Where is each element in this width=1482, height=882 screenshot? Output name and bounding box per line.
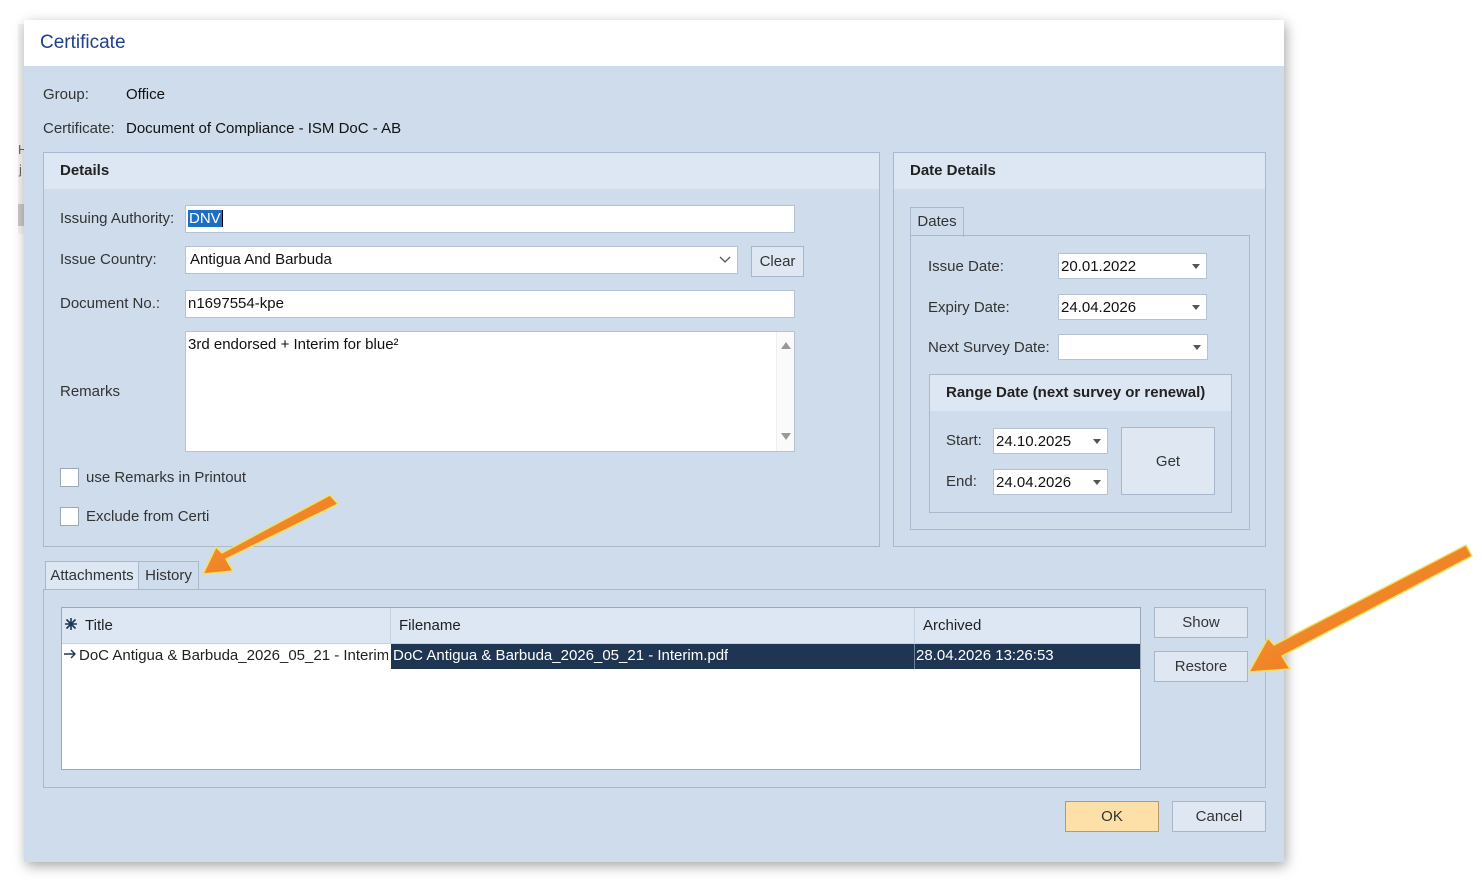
remarks-scrollbar[interactable] — [776, 332, 794, 451]
chevron-down-icon — [1093, 437, 1101, 447]
details-panel: Details Issuing Authority: DNV Issue Cou… — [43, 152, 880, 547]
certificate-label: Certificate: — [43, 120, 115, 137]
group-label: Group: — [43, 86, 89, 103]
expiry-date-picker[interactable]: 24.04.2026 — [1058, 294, 1207, 320]
range-end-picker[interactable]: 24.04.2026 — [993, 469, 1108, 495]
remarks-textarea[interactable]: 3rd endorsed + Interim for blue² — [185, 331, 795, 452]
scroll-up-icon[interactable] — [781, 336, 791, 353]
column-header-title[interactable]: Title — [85, 617, 113, 634]
dates-tab-page: Issue Date: 20.01.2022 Expiry Date: 24.0… — [910, 235, 1250, 530]
certificate-dialog: Certificate Group: Office Certificate: D… — [24, 20, 1284, 862]
issuing-authority-input[interactable]: DNV — [185, 205, 795, 233]
chevron-down-icon — [1093, 478, 1101, 488]
issue-date-picker[interactable]: 20.01.2022 — [1058, 253, 1207, 279]
history-tab-page: Title Filename Archived DoC Antigua & Ba… — [43, 589, 1266, 788]
background-window-text: j — [19, 162, 22, 177]
range-end-value: 24.04.2026 — [996, 474, 1072, 491]
issue-country-value: Antigua And Barbuda — [190, 251, 332, 268]
show-button[interactable]: Show — [1154, 607, 1248, 638]
column-header-filename[interactable]: Filename — [399, 617, 461, 634]
column-divider — [914, 608, 915, 644]
tab-attachments[interactable]: Attachments — [45, 561, 139, 591]
date-details-header: Date Details — [894, 153, 1265, 189]
history-grid[interactable]: Title Filename Archived DoC Antigua & Ba… — [61, 607, 1141, 770]
remarks-label: Remarks — [60, 383, 121, 400]
range-start-value: 24.10.2025 — [996, 433, 1072, 450]
exclude-label: Exclude from Certi — [86, 508, 210, 525]
details-header: Details — [44, 153, 879, 189]
range-start-label: Start: — [946, 432, 982, 449]
row-archived: 28.04.2026 13:26:53 — [916, 647, 1054, 664]
next-survey-date-picker[interactable] — [1058, 334, 1208, 360]
date-details-panel: Date Details Dates Issue Date: 20.01.202… — [893, 152, 1266, 547]
row-pointer-icon — [63, 647, 77, 665]
issuing-authority-label: Issuing Authority: — [60, 210, 175, 227]
expiry-date-value: 24.04.2026 — [1061, 299, 1137, 316]
issue-date-value: 20.01.2022 — [1061, 258, 1137, 275]
restore-button[interactable]: Restore — [1154, 651, 1248, 682]
issue-country-select[interactable]: Antigua And Barbuda — [185, 246, 738, 274]
group-value: Office — [126, 86, 165, 103]
expiry-date-label: Expiry Date: — [928, 299, 1010, 316]
remarks-value: 3rd endorsed + Interim for blue² — [188, 336, 399, 353]
chevron-down-icon — [1192, 303, 1200, 313]
column-divider — [914, 644, 915, 669]
chevron-down-icon — [1192, 262, 1200, 272]
clear-button[interactable]: Clear — [751, 246, 804, 277]
scroll-down-icon[interactable] — [781, 428, 791, 445]
use-remarks-label: use Remarks in Printout — [86, 469, 247, 486]
range-date-group: Range Date (next survey or renewal) Star… — [929, 374, 1232, 513]
history-grid-header: Title Filename Archived — [62, 608, 1140, 644]
row-title: DoC Antigua & Barbuda_2026_05_21 - Inter… — [79, 647, 388, 664]
column-divider — [390, 608, 391, 644]
new-row-star-icon — [65, 617, 77, 634]
tab-dates[interactable]: Dates — [910, 207, 964, 237]
dialog-title: Certificate — [40, 32, 126, 53]
range-start-picker[interactable]: 24.10.2025 — [993, 428, 1108, 454]
column-header-archived[interactable]: Archived — [923, 617, 981, 634]
ok-button[interactable]: OK — [1065, 801, 1159, 832]
cancel-button[interactable]: Cancel — [1172, 801, 1266, 832]
range-date-header: Range Date (next survey or renewal) — [930, 375, 1231, 411]
table-row[interactable]: DoC Antigua & Barbuda_2026_05_21 - Inter… — [62, 644, 1140, 669]
issuing-authority-value: DNV — [188, 210, 222, 227]
range-end-label: End: — [946, 473, 977, 490]
document-no-input[interactable]: n1697554-kpe — [185, 290, 795, 318]
issue-date-label: Issue Date: — [928, 258, 1004, 275]
exclude-checkbox[interactable] — [60, 507, 79, 526]
issue-country-label: Issue Country: — [60, 251, 157, 268]
tab-history[interactable]: History — [139, 561, 199, 591]
document-no-label: Document No.: — [60, 295, 161, 312]
get-button[interactable]: Get — [1121, 427, 1215, 495]
certificate-value: Document of Compliance - ISM DoC - AB — [126, 120, 402, 137]
use-remarks-checkbox[interactable] — [60, 468, 79, 487]
row-filename: DoC Antigua & Barbuda_2026_05_21 - Inter… — [393, 647, 729, 664]
chevron-down-icon — [1193, 343, 1201, 353]
dialog-titlebar: Certificate — [24, 20, 1284, 66]
chevron-down-icon — [719, 252, 731, 269]
next-survey-label: Next Survey Date: — [928, 339, 1050, 356]
document-no-value: n1697554-kpe — [188, 295, 284, 312]
